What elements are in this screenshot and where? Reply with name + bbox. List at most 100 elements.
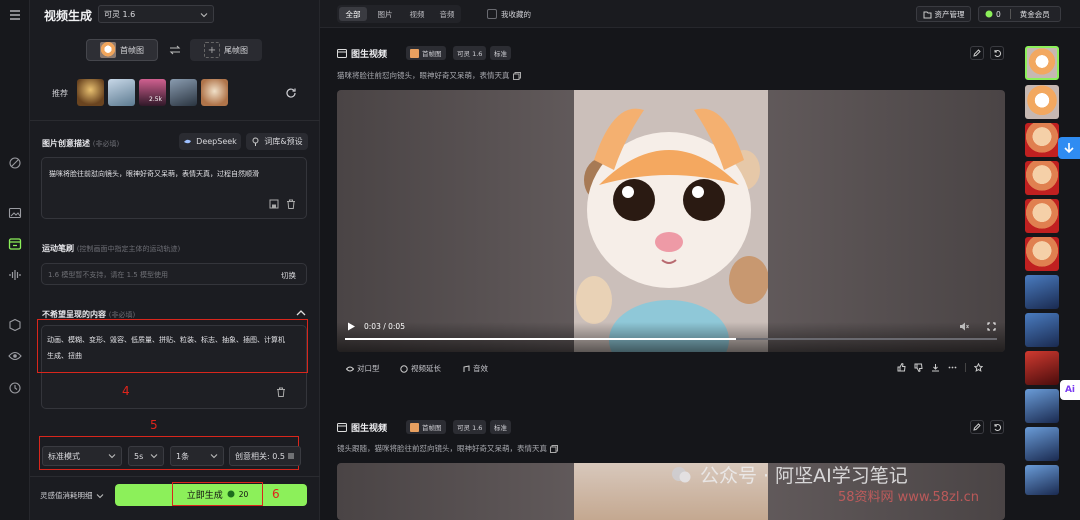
thumbnail-1[interactable]	[1025, 46, 1059, 80]
card-2-tag-frame: 首帧图	[406, 420, 446, 434]
thumbnail-8[interactable]	[1025, 313, 1059, 347]
duration-select[interactable]: 5s	[128, 446, 164, 466]
cube-icon[interactable]	[8, 318, 22, 332]
favorites-checkbox[interactable]	[487, 9, 497, 19]
thumbs-down-icon[interactable]	[914, 363, 923, 372]
card-2-desc-text: 镜头跟随，猫咪将脸往前怼向镜头，眼神好奇又呆萌，表情天真	[337, 444, 547, 453]
card-1-tag-mode: 标准	[490, 46, 511, 60]
undo-icon[interactable]	[990, 420, 1004, 434]
recommend-thumb-3[interactable]: 2.5k	[139, 79, 166, 106]
thumbnail-4[interactable]	[1025, 161, 1059, 195]
thumbnail-9[interactable]	[1025, 351, 1059, 385]
video-icon[interactable]	[8, 237, 22, 251]
mute-icon[interactable]	[959, 322, 969, 331]
annotation-number-6: 6	[272, 487, 280, 501]
tab-all[interactable]: 全部	[339, 7, 367, 21]
thumbs-up-icon[interactable]	[897, 363, 906, 372]
negative-optional: (非必填)	[108, 311, 136, 319]
save-icon[interactable]	[269, 199, 279, 209]
menu-icon[interactable]	[8, 8, 22, 22]
lip-sync-button[interactable]: 对口型	[346, 363, 380, 374]
copy-icon[interactable]	[550, 444, 558, 453]
thumbnail-12[interactable]	[1025, 465, 1059, 495]
card-1-tag-model: 可灵 1.6	[453, 46, 487, 60]
ai-assistant-badge[interactable]: Ai	[1060, 380, 1080, 400]
chevron-down-icon	[150, 454, 158, 459]
negative-text-line1: 动画、模糊、变形、毁容、低质量、拼贴、粒装、标志、抽象、插图、计算机	[47, 336, 285, 344]
recommend-thumb-2[interactable]	[108, 79, 135, 106]
download-icon[interactable]	[931, 363, 940, 372]
audio-wave-icon[interactable]	[8, 268, 22, 282]
card-2-type-icon	[337, 422, 347, 432]
recommend-thumb-5[interactable]	[201, 79, 228, 106]
trash-icon[interactable]	[286, 199, 296, 209]
eye-icon[interactable]	[8, 349, 22, 363]
recommend-thumb-1[interactable]	[77, 79, 104, 106]
tab-videos[interactable]: 视频	[403, 7, 431, 21]
play-icon[interactable]	[347, 322, 356, 331]
scroll-down-button[interactable]	[1058, 137, 1080, 159]
motion-switch-button[interactable]: 切换	[281, 270, 296, 281]
thumbnail-5[interactable]	[1025, 199, 1059, 233]
deepseek-button[interactable]: DeepSeek	[179, 133, 241, 150]
recommend-badge: 2.5k	[149, 96, 163, 103]
thumbnail-11[interactable]	[1025, 427, 1059, 461]
image-icon[interactable]	[8, 206, 22, 220]
chevron-up-icon[interactable]	[296, 308, 306, 318]
arrow-down-icon	[1064, 143, 1074, 154]
edit-icon[interactable]	[970, 46, 984, 60]
recommend-thumb-4[interactable]	[170, 79, 197, 106]
model-select[interactable]: 可灵 1.6	[98, 5, 214, 23]
card-2-tag-mode: 标准	[490, 420, 511, 434]
chevron-down-icon	[108, 454, 116, 459]
mode-select[interactable]: 标准模式	[42, 446, 122, 466]
negative-trash-icon[interactable]	[276, 387, 286, 397]
relevance-select[interactable]: 创意相关: 0.5	[229, 446, 301, 466]
membership-button[interactable]: 0 黄金会员	[978, 6, 1061, 22]
palette-icon[interactable]	[8, 156, 22, 170]
star-icon[interactable]	[974, 363, 983, 372]
coin-icon	[227, 490, 235, 498]
progress-fill	[345, 338, 737, 340]
negative-label-text: 不希望呈现的内容	[42, 310, 106, 319]
swap-icon[interactable]	[169, 44, 181, 56]
asset-management-label: 资产管理	[934, 9, 965, 19]
video-player[interactable]: 0:03 / 0:05	[337, 90, 1005, 352]
thumbnail-3[interactable]	[1025, 123, 1059, 157]
card-1-tag-thumb	[410, 48, 419, 58]
tab-audio[interactable]: 音频	[433, 7, 461, 21]
deepseek-icon	[184, 139, 192, 144]
refresh-icon[interactable]	[285, 87, 297, 99]
count-select[interactable]: 1条	[170, 446, 224, 466]
progress-track[interactable]	[345, 338, 997, 340]
last-frame-button[interactable]: + 尾帧图	[190, 39, 262, 61]
asset-management-button[interactable]: 资产管理	[916, 6, 971, 22]
undo-icon[interactable]	[990, 46, 1004, 60]
divider	[30, 476, 320, 477]
divider	[30, 120, 320, 121]
thumbnail-7[interactable]	[1025, 275, 1059, 309]
feed: 图生视频 首帧图 可灵 1.6 标准 猫咪将脸往前怼向镜头，眼神好奇又呆萌，表情…	[320, 28, 1020, 520]
prompt-label-text: 图片创意描述	[42, 139, 90, 148]
lexicon-button[interactable]: 词库&预设	[246, 133, 308, 150]
history-icon[interactable]	[8, 381, 22, 395]
thumbnail-10[interactable]	[1025, 389, 1059, 423]
thumbnail-2[interactable]	[1025, 85, 1059, 119]
first-frame-button[interactable]: 首帧图	[86, 39, 158, 61]
card-2-tag-thumb	[410, 422, 419, 432]
motion-brush-field[interactable]: 1.6 模型暂不支持，请在 1.5 模型使用 切换	[41, 263, 307, 285]
edit-icon[interactable]	[970, 420, 984, 434]
extend-video-button[interactable]: 视频延长	[400, 363, 441, 374]
fullscreen-icon[interactable]	[987, 322, 996, 331]
more-icon[interactable]	[948, 363, 957, 372]
card-1-type-icon	[337, 48, 347, 58]
tab-images[interactable]: 图片	[371, 7, 399, 21]
copy-icon[interactable]	[512, 71, 521, 80]
extend-video-label: 视频延长	[411, 364, 441, 373]
motion-placeholder: 1.6 模型暂不支持，请在 1.5 模型使用	[48, 271, 168, 279]
thumbnail-6[interactable]	[1025, 237, 1059, 271]
sound-effect-button[interactable]: 音效	[462, 363, 488, 374]
prompt-textarea[interactable]: 猫咪将脸往前怼向镜头，眼神好奇又呆萌，表情天真，过程自然顺滑	[41, 157, 307, 219]
cost-detail-link[interactable]: 灵感值消耗明细	[40, 490, 104, 501]
video-controls	[337, 322, 1005, 352]
